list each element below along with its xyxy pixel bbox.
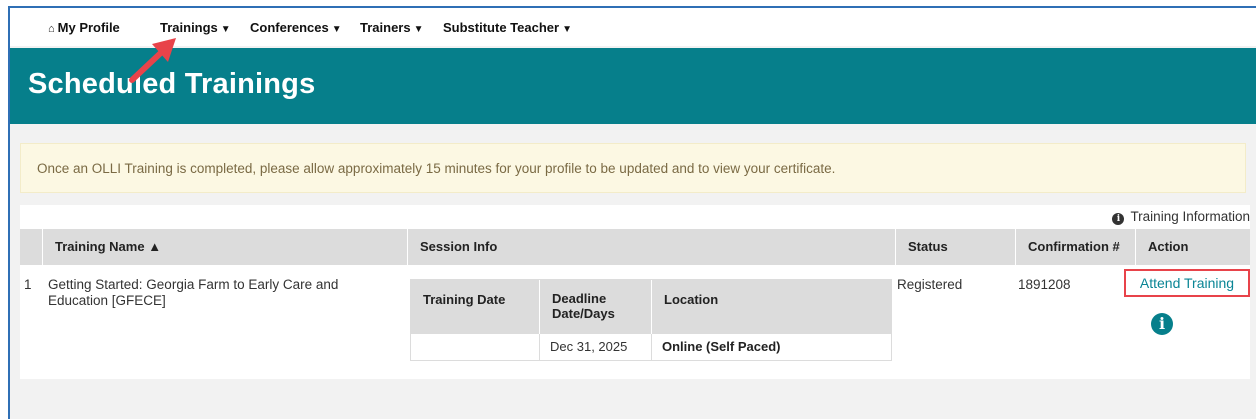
caret-down-icon: ▼ — [220, 24, 231, 35]
nav-trainers[interactable]: Trainers ▼ — [360, 20, 424, 35]
info-icon[interactable]: i — [1151, 313, 1173, 335]
confirmation-value: 1891208 — [1018, 277, 1071, 292]
status-value: Registered — [897, 277, 963, 292]
top-navigation: ⌂ My Profile Trainings ▼ Conferences ▼ Trai… — [10, 8, 1256, 46]
header-action: Action — [1135, 229, 1250, 265]
session-info-header: Training Date Deadline Date/Days Locatio… — [411, 280, 891, 334]
nav-my-profile[interactable]: ⌂ My Profile — [48, 20, 120, 35]
header-band: Scheduled Trainings — [10, 48, 1256, 124]
header-number — [20, 229, 42, 265]
training-name: Getting Started: Georgia Farm to Early C… — [48, 277, 339, 308]
nav-my-profile-label: My Profile — [57, 20, 120, 35]
session-row: Dec 31, 2025 Online (Self Paced) — [411, 334, 891, 360]
header-deadline: Deadline Date/Days — [539, 280, 651, 334]
training-information-label: Training Information — [1130, 209, 1250, 224]
row-number: 1 — [24, 277, 32, 292]
table-header: Training Name ▲ Session Info Status Conf… — [20, 229, 1250, 265]
header-status: Status — [895, 229, 1015, 265]
caret-down-icon: ▼ — [562, 24, 572, 35]
app-frame: ⌂ My Profile Trainings ▼ Conferences ▼ Trai… — [8, 6, 1256, 419]
nav-trainers-label: Trainers — [360, 20, 411, 35]
session-info-table: Training Date Deadline Date/Days Locatio… — [410, 279, 892, 361]
trainings-panel: i Training Information Training Name ▲ Se… — [20, 205, 1250, 379]
attend-training-button[interactable]: Attend Training — [1124, 269, 1250, 297]
header-session-info: Session Info — [407, 229, 895, 265]
training-information-link[interactable]: i Training Information — [1112, 209, 1250, 225]
header-training-date: Training Date — [423, 292, 506, 307]
location-value: Online (Self Paced) — [651, 334, 891, 360]
nav-conferences-label: Conferences — [250, 20, 329, 35]
caret-down-icon: ▼ — [413, 24, 424, 35]
annotation-arrow-icon — [129, 38, 176, 83]
deadline-value: Dec 31, 2025 — [539, 334, 651, 360]
header-location: Location — [651, 280, 891, 334]
nav-conferences[interactable]: Conferences ▼ — [250, 20, 342, 35]
nav-trainings[interactable]: Trainings ▼ — [160, 20, 231, 35]
caret-down-icon: ▼ — [331, 24, 342, 35]
header-training-name[interactable]: Training Name ▲ — [42, 229, 407, 265]
home-icon: ⌂ — [48, 23, 55, 35]
nav-substitute-teacher-label: Substitute Teacher — [443, 20, 560, 35]
notice-alert: Once an OLLI Training is completed, plea… — [20, 143, 1246, 193]
training-date-value — [411, 334, 539, 360]
nav-substitute-teacher[interactable]: Substitute Teacher ▼ — [443, 20, 572, 35]
info-icon: i — [1112, 213, 1125, 225]
notice-text: Once an OLLI Training is completed, plea… — [37, 161, 836, 176]
nav-trainings-label: Trainings — [160, 20, 218, 35]
header-confirmation: Confirmation # — [1015, 229, 1135, 265]
